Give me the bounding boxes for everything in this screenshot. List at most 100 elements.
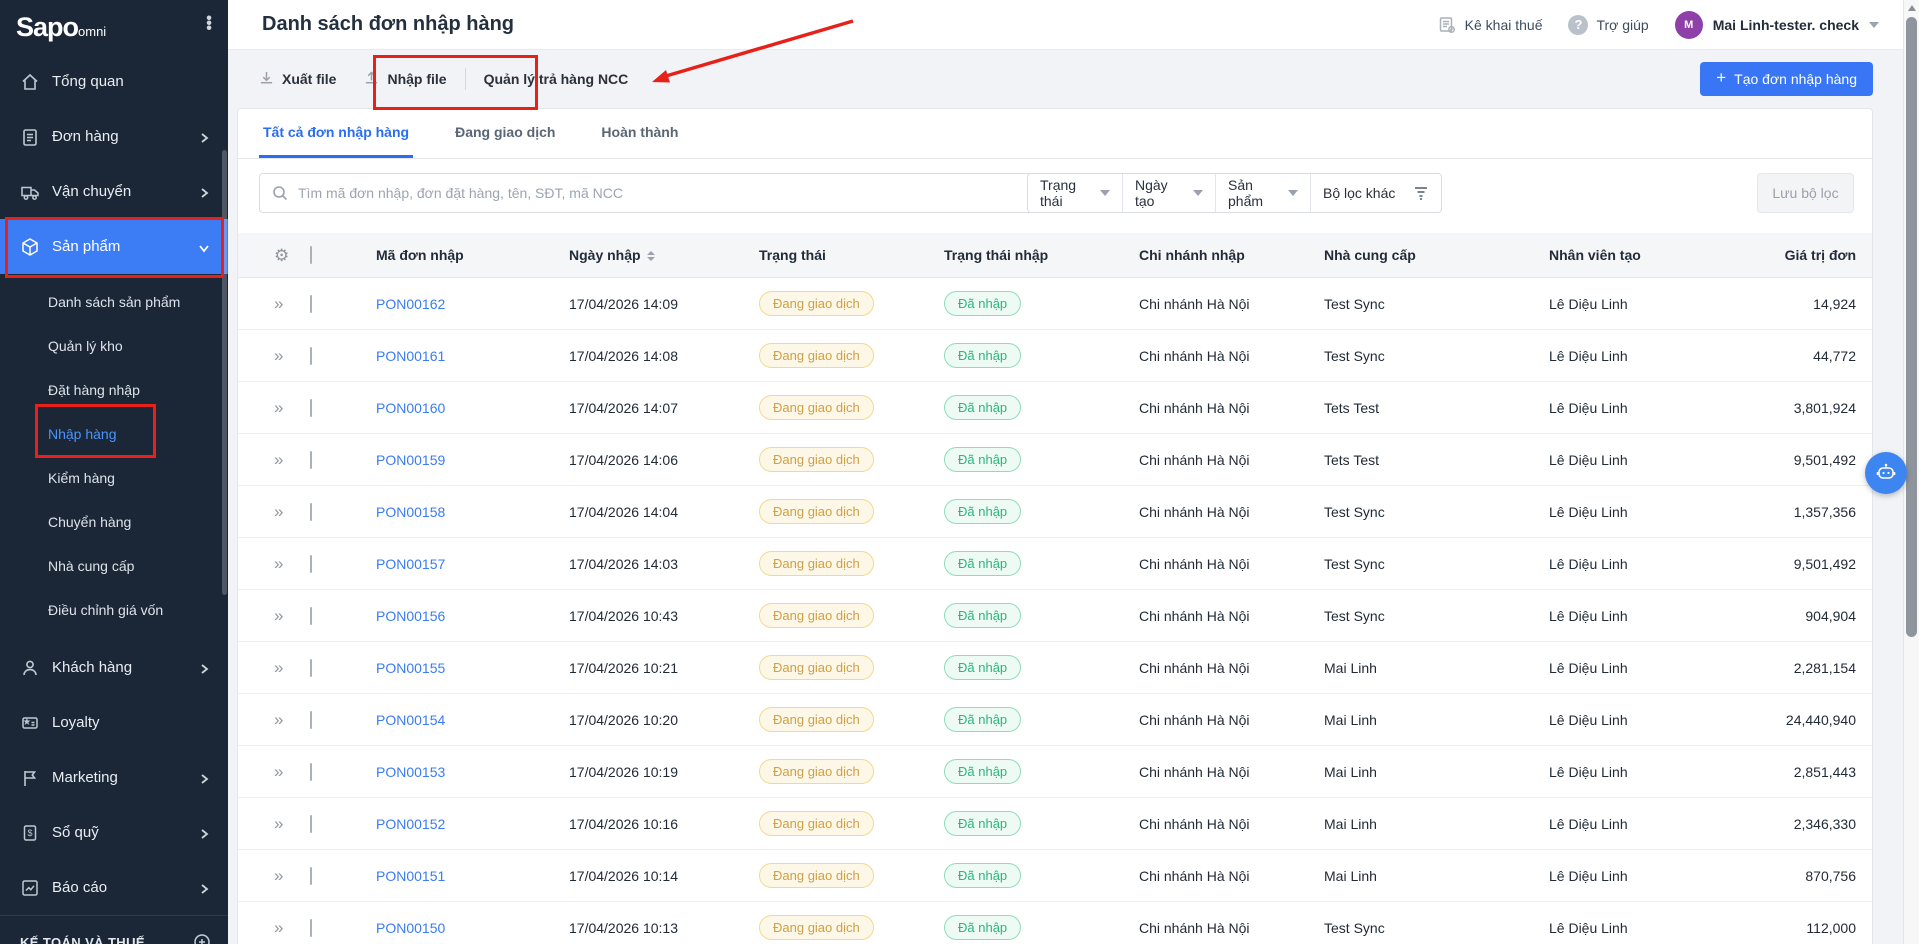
purchase-order-link[interactable]: PON00153 (376, 764, 445, 780)
import-status-badge: Đã nhập (944, 343, 1021, 368)
purchase-order-link[interactable]: PON00158 (376, 504, 445, 520)
purchase-order-link[interactable]: PON00161 (376, 348, 445, 364)
chevron-down-icon (1100, 190, 1110, 196)
sidebar-item-don-hang[interactable]: Đơn hàng (0, 109, 228, 164)
expand-row-icon[interactable]: » (274, 346, 282, 366)
supplier-returns-button[interactable]: Quản lý trả hàng NCC (470, 71, 643, 87)
help-link[interactable]: ? Trợ giúp (1568, 15, 1648, 35)
sidebar-item-dieu-chinh-gia-von[interactable]: Điều chỉnh giá vốn (0, 588, 228, 632)
sidebar-item-loyalty[interactable]: Loyalty (0, 695, 228, 750)
sidebar-scrollbar[interactable] (222, 150, 227, 595)
purchase-order-link[interactable]: PON00155 (376, 660, 445, 676)
purchase-order-link[interactable]: PON00162 (376, 296, 445, 312)
row-checkbox[interactable] (310, 607, 312, 625)
sort-icon[interactable] (647, 251, 655, 261)
select-all-checkbox[interactable] (310, 246, 312, 264)
sidebar-item-nhap-hang[interactable]: Nhập hàng (0, 412, 228, 456)
row-checkbox[interactable] (310, 867, 312, 885)
col-header-value[interactable]: Giá trị đơn (1746, 247, 1872, 263)
sidebar-item-nha-cung-cap[interactable]: Nhà cung cấp (0, 544, 228, 588)
scrollbar-thumb[interactable] (1906, 17, 1917, 637)
product-filter-dropdown[interactable]: Sản phẩm (1216, 174, 1311, 212)
sidebar-item-khach-hang[interactable]: Khách hàng (0, 640, 228, 695)
expand-row-icon[interactable]: » (274, 866, 282, 886)
import-file-button[interactable]: Nhập file (350, 71, 460, 87)
purchase-order-link[interactable]: PON00160 (376, 400, 445, 416)
expand-row-icon[interactable]: » (274, 502, 282, 522)
tax-declaration-link[interactable]: Kê khai thuế (1437, 15, 1543, 35)
expand-row-icon[interactable]: » (274, 398, 282, 418)
scroll-up-arrow-icon[interactable] (1908, 5, 1916, 11)
sidebar-item-bao-cao[interactable]: Báo cáo (0, 860, 228, 915)
expand-row-icon[interactable]: » (274, 710, 282, 730)
expand-row-icon[interactable]: » (274, 762, 282, 782)
branch-cell: Chi nhánh Hà Nội (1111, 296, 1296, 312)
created-date-filter-dropdown[interactable]: Ngày tạo (1123, 174, 1216, 212)
col-header-import-status[interactable]: Trạng thái nhập (916, 247, 1111, 263)
sidebar-item-danh-sach-san-pham[interactable]: Danh sách sản phẩm (0, 280, 228, 324)
branch-cell: Chi nhánh Hà Nội (1111, 452, 1296, 468)
sidebar-item-dat-hang-nhap[interactable]: Đặt hàng nhập (0, 368, 228, 412)
purchase-order-table: ⚙ Mã đơn nhập Ngày nhập Trạng thái Trạng… (238, 233, 1872, 944)
expand-row-icon[interactable]: » (274, 606, 282, 626)
sidebar-item-so-quy[interactable]: $ Sổ quỹ (0, 805, 228, 860)
kebab-menu-icon[interactable]: ••• (206, 14, 212, 29)
col-header-supplier[interactable]: Nhà cung cấp (1296, 247, 1521, 263)
tab-all-orders[interactable]: Tất cả đơn nhập hàng (259, 109, 413, 158)
row-checkbox[interactable] (310, 399, 312, 417)
row-checkbox[interactable] (310, 503, 312, 521)
value-cell: 870,756 (1746, 868, 1872, 884)
row-checkbox[interactable] (310, 555, 312, 573)
order-date: 17/04/2026 14:07 (536, 400, 726, 416)
export-file-button[interactable]: Xuất file (245, 71, 350, 87)
status-filter-dropdown[interactable]: Trạng thái (1028, 174, 1123, 212)
save-filter-button[interactable]: Lưu bộ lọc (1757, 173, 1854, 213)
expand-row-icon[interactable]: » (274, 294, 282, 314)
col-header-date[interactable]: Ngày nhập (536, 247, 726, 263)
col-header-staff[interactable]: Nhân viên tạo (1521, 247, 1746, 263)
supplier-cell: Test Sync (1296, 608, 1521, 624)
supplier-cell: Tets Test (1296, 452, 1521, 468)
user-menu[interactable]: M Mai Linh-tester. check (1675, 11, 1879, 39)
value-cell: 904,904 (1746, 608, 1872, 624)
col-header-code[interactable]: Mã đơn nhập (346, 247, 536, 263)
row-checkbox[interactable] (310, 347, 312, 365)
sidebar-item-marketing[interactable]: Marketing (0, 750, 228, 805)
gear-icon[interactable]: ⚙ (274, 247, 289, 264)
purchase-order-link[interactable]: PON00159 (376, 452, 445, 468)
expand-row-icon[interactable]: » (274, 658, 282, 678)
purchase-order-link[interactable]: PON00156 (376, 608, 445, 624)
row-checkbox[interactable] (310, 711, 312, 729)
row-checkbox[interactable] (310, 919, 312, 937)
order-date: 17/04/2026 10:19 (536, 764, 726, 780)
row-checkbox[interactable] (310, 451, 312, 469)
purchase-order-link[interactable]: PON00152 (376, 816, 445, 832)
purchase-order-link[interactable]: PON00151 (376, 868, 445, 884)
table-row: » PON00159 17/04/2026 14:06 Đang giao dị… (238, 434, 1872, 486)
expand-row-icon[interactable]: » (274, 918, 282, 938)
purchase-order-link[interactable]: PON00154 (376, 712, 445, 728)
chatbot-floating-button[interactable] (1865, 452, 1907, 494)
tab-in-progress[interactable]: Đang giao dịch (451, 109, 559, 158)
row-checkbox[interactable] (310, 763, 312, 781)
row-checkbox[interactable] (310, 659, 312, 677)
sidebar-item-kiem-hang[interactable]: Kiểm hàng (0, 456, 228, 500)
sidebar-item-ke-toan-va-thue[interactable]: KẾ TOÁN VÀ THUẾ (0, 916, 228, 944)
purchase-order-link[interactable]: PON00157 (376, 556, 445, 572)
sidebar-item-san-pham[interactable]: Sản phẩm (0, 219, 228, 274)
col-header-branch[interactable]: Chi nhánh nhập (1111, 247, 1296, 263)
sidebar-item-van-chuyen[interactable]: Vận chuyển (0, 164, 228, 219)
row-checkbox[interactable] (310, 815, 312, 833)
col-header-status[interactable]: Trạng thái (726, 247, 916, 263)
sidebar-item-tong-quan[interactable]: Tổng quan (0, 54, 228, 109)
create-purchase-order-button[interactable]: + Tạo đơn nhập hàng (1700, 62, 1873, 96)
sidebar-item-quan-ly-kho[interactable]: Quản lý kho (0, 324, 228, 368)
more-filters-button[interactable]: Bộ lọc khác (1311, 174, 1441, 212)
row-checkbox[interactable] (310, 295, 312, 313)
expand-row-icon[interactable]: » (274, 814, 282, 834)
sidebar-item-chuyen-hang[interactable]: Chuyển hàng (0, 500, 228, 544)
expand-row-icon[interactable]: » (274, 450, 282, 470)
expand-row-icon[interactable]: » (274, 554, 282, 574)
purchase-order-link[interactable]: PON00150 (376, 920, 445, 936)
tab-completed[interactable]: Hoàn thành (597, 109, 682, 158)
